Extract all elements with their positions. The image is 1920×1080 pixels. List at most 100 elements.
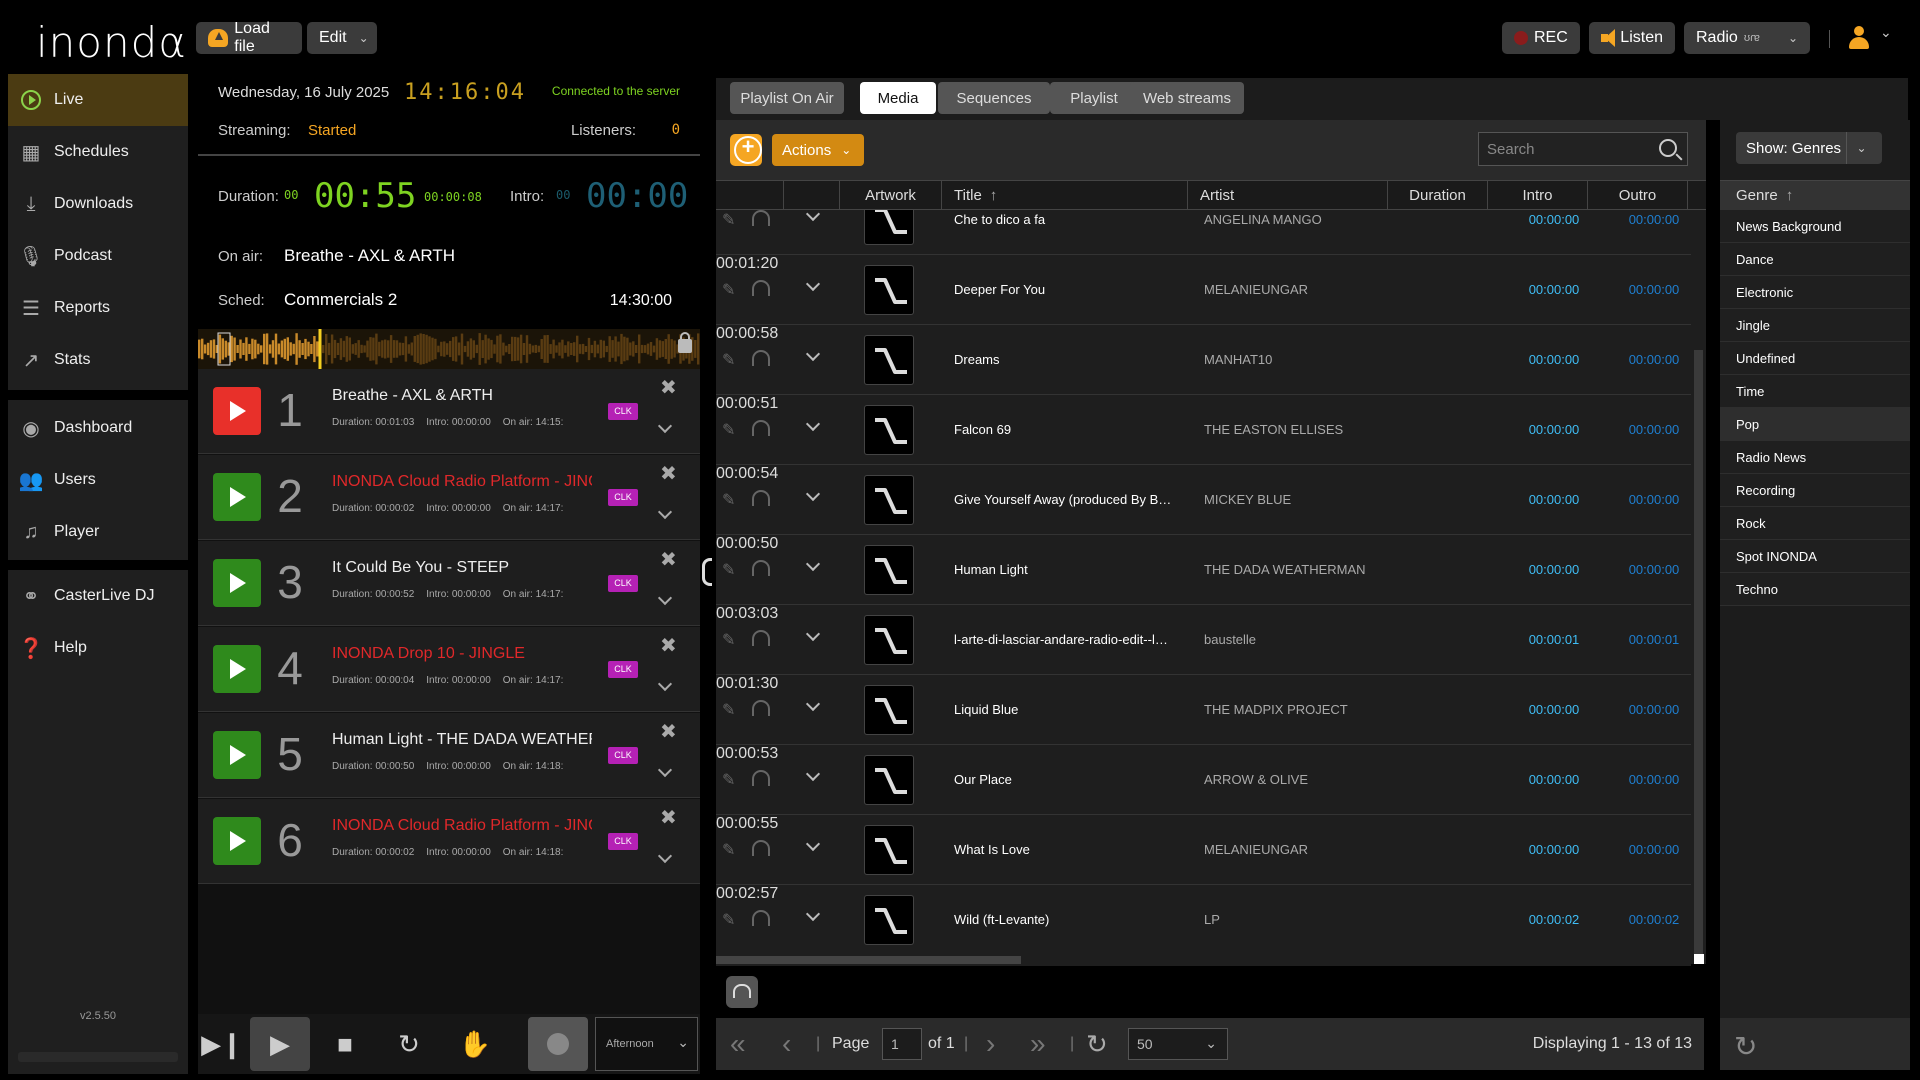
headphones-icon[interactable] [752, 210, 770, 226]
sidebar-item-podcast[interactable]: 🎙 Podcast [8, 230, 188, 282]
genre-item[interactable]: News Background [1720, 210, 1910, 243]
queue-item[interactable]: 2 INONDA Cloud Radio Platform - JINGLE Dur… [198, 455, 700, 540]
refresh-button[interactable]: ↻ [1086, 1018, 1108, 1070]
chevron-down-icon[interactable] [805, 626, 821, 642]
vertical-scrollbar[interactable] [1691, 210, 1706, 964]
chevron-down-icon[interactable]: ⌄ [1880, 24, 1892, 41]
queue-item[interactable]: 5 Human Light - THE DADA WEATHERMAN Durati… [198, 713, 700, 798]
table-row[interactable]: ✎ Falcon 69 THE EASTON ELLISES 00:00:51 00:0… [716, 395, 1691, 465]
column-outro[interactable]: Outro [1588, 181, 1688, 210]
sidebar-item-live[interactable]: Live [8, 74, 188, 126]
genre-item[interactable]: Spot INONDA [1720, 540, 1910, 573]
edit-icon[interactable]: ✎ [722, 700, 738, 719]
next-page-button[interactable]: › [986, 1018, 995, 1070]
genre-item[interactable]: Time [1720, 375, 1910, 408]
play-track-button[interactable] [213, 473, 261, 521]
column-title[interactable]: Title ↑ [942, 181, 1188, 210]
skip-next-button[interactable]: ▶❙ [198, 1014, 246, 1074]
chevron-down-icon[interactable] [805, 486, 821, 502]
column-intro[interactable]: Intro [1488, 181, 1588, 210]
queue-item[interactable]: 3 It Could Be You - STEEP Duration: 00:00:… [198, 541, 700, 626]
table-row[interactable]: ✎Che to dico a faANGELINA MANGO00:03:050… [716, 210, 1691, 255]
headphones-icon[interactable] [752, 840, 770, 856]
schedule-select[interactable]: Afternoon ⌄ [595, 1017, 698, 1071]
remove-icon[interactable]: ✖ [660, 805, 677, 830]
edit-icon[interactable]: ✎ [722, 280, 738, 299]
table-row[interactable]: ✎ What Is Love MELANIEUNGAR 00:00:55 00:00:0… [716, 815, 1691, 885]
sidebar-item-stats[interactable]: ↗ Stats [8, 334, 188, 386]
genre-item[interactable]: Jingle [1720, 309, 1910, 342]
genre-item[interactable]: Electronic [1720, 276, 1910, 309]
headphones-icon[interactable] [752, 560, 770, 576]
sidebar-item-users[interactable]: 👥 Users [8, 454, 188, 506]
chevron-down-icon[interactable] [805, 556, 821, 572]
edit-icon[interactable]: ✎ [722, 770, 738, 789]
headphones-icon[interactable] [752, 630, 770, 646]
edit-icon[interactable]: ✎ [722, 210, 738, 229]
column-artwork[interactable]: Artwork [840, 181, 942, 210]
chevron-down-icon[interactable] [657, 676, 673, 692]
queue-item[interactable]: 4 INONDA Drop 10 - JINGLE Duration: 00:00:… [198, 627, 700, 712]
play-button[interactable]: ▶ [250, 1017, 310, 1071]
prev-page-button[interactable]: ‹ [782, 1018, 791, 1070]
chevron-down-icon[interactable] [805, 836, 821, 852]
load-file-button[interactable]: Load file [196, 20, 302, 55]
cue-listen-button[interactable] [726, 976, 758, 1008]
play-track-button[interactable] [213, 817, 261, 865]
headphones-icon[interactable] [752, 700, 770, 716]
queue-item[interactable]: 1 Breathe - AXL & ARTH Duration: 00:01:03 I… [198, 369, 700, 454]
search-icon[interactable] [1659, 139, 1677, 157]
edit-icon[interactable]: ✎ [722, 420, 738, 439]
chevron-down-icon[interactable] [805, 696, 821, 712]
rec-button[interactable]: REC [1502, 22, 1580, 54]
genre-item[interactable]: Rock [1720, 507, 1910, 540]
table-row[interactable]: ✎ Human Light THE DADA WEATHERMAN 00:00:50 0… [716, 535, 1691, 605]
sidebar-item-casterlive-dj[interactable]: ⚭ CasterLive DJ [8, 570, 188, 622]
genre-column-header[interactable]: Genre ↑ [1720, 180, 1910, 210]
play-track-button[interactable] [213, 645, 261, 693]
edit-icon[interactable]: ✎ [722, 910, 738, 929]
genre-item[interactable]: Pop [1720, 408, 1910, 441]
inonda-logo[interactable]: inondα [36, 18, 187, 67]
chevron-down-icon[interactable] [805, 766, 821, 782]
table-row[interactable]: ✎ Give Yourself Away (produced By B… MICKE… [716, 465, 1691, 535]
table-row[interactable]: ✎ Our Place ARROW & OLIVE 00:00:53 00:00:00 0… [716, 745, 1691, 815]
headphones-icon[interactable] [752, 280, 770, 296]
chevron-down-icon[interactable] [805, 906, 821, 922]
add-media-button[interactable] [730, 134, 762, 166]
actions-menu-button[interactable]: Actions ⌄ [772, 134, 864, 166]
remove-icon[interactable]: ✖ [660, 719, 677, 744]
radio-select[interactable]: Radio ʊɾɐ ⌄ [1684, 22, 1810, 54]
table-row[interactable]: ✎ Deeper For You MELANIEUNGAR 00:01:20 00:00… [716, 255, 1691, 325]
show-genres-select[interactable]: Show: Genres ⌄ [1736, 132, 1882, 164]
page-size-select[interactable]: 50 ⌄ [1128, 1028, 1228, 1060]
chevron-down-icon[interactable] [805, 416, 821, 432]
sidebar-item-player[interactable]: ♫ Player [8, 506, 188, 558]
chevron-down-icon[interactable] [805, 210, 821, 222]
refresh-icon[interactable]: ↻ [1734, 1030, 1757, 1063]
table-row[interactable]: ✎ Wild (ft-Levante) LP 00:02:57 00:00:02 00:0… [716, 885, 1691, 954]
chevron-down-icon[interactable] [657, 762, 673, 778]
play-track-button[interactable] [213, 731, 261, 779]
stop-button[interactable]: ■ [316, 1014, 374, 1074]
tab-playlist-on-air[interactable]: Playlist On Air [730, 82, 844, 114]
edit-icon[interactable]: ✎ [722, 350, 738, 369]
genre-item[interactable]: Recording [1720, 474, 1910, 507]
remove-icon[interactable]: ✖ [660, 375, 677, 400]
play-track-button[interactable] [213, 559, 261, 607]
tab-sequences[interactable]: Sequences [938, 82, 1050, 114]
chevron-down-icon[interactable] [657, 848, 673, 864]
chevron-down-icon[interactable] [657, 590, 673, 606]
hand-button[interactable]: ✋ [446, 1014, 504, 1074]
edit-icon[interactable]: ✎ [722, 490, 738, 509]
headphones-icon[interactable] [752, 770, 770, 786]
table-row[interactable]: ✎ l-arte-di-lasciar-andare-radio-edit--l…… [716, 605, 1691, 675]
sidebar-item-help[interactable]: ❓ Help [8, 622, 188, 674]
column-artist[interactable]: Artist [1188, 181, 1388, 210]
genre-item[interactable]: Undefined [1720, 342, 1910, 375]
listen-button[interactable]: Listen [1589, 22, 1675, 54]
user-icon[interactable] [1848, 26, 1870, 50]
panel-collapse-handle[interactable] [702, 558, 712, 586]
scrollbar-thumb[interactable] [716, 956, 1021, 964]
nav-scrollbar[interactable] [18, 1052, 178, 1062]
